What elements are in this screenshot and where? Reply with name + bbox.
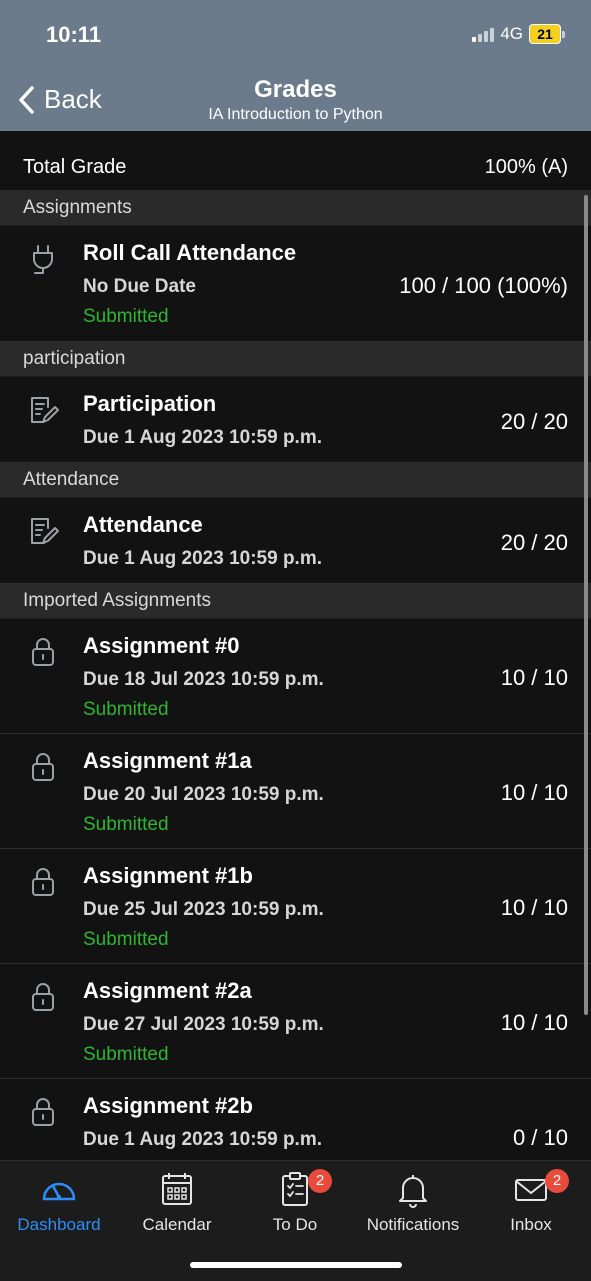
item-score: 20 / 20 [500, 530, 568, 555]
total-grade-label: Total Grade [23, 156, 127, 178]
inbox-icon [515, 1179, 547, 1201]
list-item[interactable]: Attendance Due 1 Aug 2023 10:59 p.m. 20 … [0, 498, 591, 584]
nav-title-block: Grades IA Introduction to Python [0, 76, 591, 124]
bell-icon [399, 1175, 427, 1208]
section-header: Assignments [0, 191, 591, 226]
item-score: 10 / 10 [500, 1010, 568, 1035]
edit-document-icon [26, 393, 60, 427]
tab-inbox[interactable]: Inbox 2 [472, 1169, 590, 1235]
edit-document-icon [26, 514, 60, 548]
item-status: Submitted [83, 814, 169, 835]
list-item[interactable]: Assignment #0 Due 18 Jul 2023 10:59 p.m.… [0, 619, 591, 734]
total-grade-value: 100% (A) [484, 156, 568, 178]
item-score: 100 / 100 (100%) [399, 273, 568, 298]
battery-icon: 21 [529, 24, 565, 44]
item-name: Roll Call Attendance [83, 240, 297, 265]
item-due-date: Due 25 Jul 2023 10:59 p.m. [83, 899, 324, 920]
item-score: 10 / 10 [500, 895, 568, 920]
home-indicator[interactable] [190, 1262, 402, 1268]
section-header: Attendance [0, 463, 591, 498]
tab-label: Calendar [142, 1215, 212, 1234]
lock-icon [26, 865, 60, 899]
item-score: 20 / 20 [500, 409, 568, 434]
signal-icon [472, 26, 495, 42]
item-name: Assignment #1b [83, 863, 253, 888]
item-due-date: Due 1 Aug 2023 10:59 p.m. [83, 1129, 323, 1150]
section-header: Imported Assignments [0, 584, 591, 619]
status-indicators: 4G 21 [472, 24, 565, 44]
item-due-date: Due 1 Aug 2023 10:59 p.m. [83, 548, 323, 569]
course-subtitle: IA Introduction to Python [208, 106, 383, 123]
tab-todo[interactable]: To Do 2 [236, 1169, 354, 1235]
item-name: Participation [83, 391, 217, 416]
page-title: Grades [254, 76, 337, 103]
item-name: Assignment #2b [83, 1093, 253, 1118]
item-due-date: Due 27 Jul 2023 10:59 p.m. [83, 1014, 324, 1035]
tab-dashboard[interactable]: Dashboard [0, 1169, 118, 1235]
item-score: 0 / 10 [512, 1125, 568, 1150]
section-header: participation [0, 342, 591, 377]
item-name: Assignment #1a [83, 748, 252, 773]
item-status: Submitted [83, 699, 169, 720]
list-item[interactable]: Participation Due 1 Aug 2023 10:59 p.m. … [0, 377, 591, 463]
item-due-date: Due 1 Aug 2023 10:59 p.m. [83, 427, 323, 448]
item-status: Submitted [83, 306, 169, 327]
item-score: 10 / 10 [500, 665, 568, 690]
item-score: 10 / 10 [500, 780, 568, 805]
list-item[interactable]: Roll Call Attendance No Due Date Submitt… [0, 226, 591, 342]
lock-icon [26, 635, 60, 669]
list-item[interactable]: Assignment #1b Due 25 Jul 2023 10:59 p.m… [0, 849, 591, 964]
header: 10:11 4G 21 Back Grades IA Introduction … [0, 0, 591, 131]
calendar-icon [162, 1173, 192, 1205]
item-status: Submitted [83, 929, 169, 950]
battery-level: 21 [529, 24, 561, 44]
tab-label: Dashboard [17, 1215, 101, 1234]
item-name: Assignment #0 [83, 633, 240, 658]
tab-label: Notifications [366, 1215, 460, 1234]
item-name: Assignment #2a [83, 978, 252, 1003]
scrollbar[interactable] [584, 195, 588, 1015]
lock-icon [26, 980, 60, 1014]
plug-icon [26, 242, 60, 276]
item-due-date: No Due Date [83, 276, 196, 297]
list-item[interactable]: Assignment #1a Due 20 Jul 2023 10:59 p.m… [0, 734, 591, 849]
item-due-date: Due 18 Jul 2023 10:59 p.m. [83, 669, 324, 690]
tab-calendar[interactable]: Calendar [118, 1169, 236, 1235]
tab-label: Inbox [510, 1215, 552, 1234]
tab-label: To Do [272, 1215, 318, 1234]
tab-notifications[interactable]: Notifications [354, 1169, 472, 1235]
lock-icon [26, 750, 60, 784]
item-name: Attendance [83, 512, 203, 537]
list-item[interactable]: Assignment #2a Due 27 Jul 2023 10:59 p.m… [0, 964, 591, 1079]
inbox-badge: 2 [545, 1169, 569, 1193]
status-time: 10:11 [46, 22, 102, 47]
item-status: Submitted [83, 1044, 169, 1065]
total-grade-row: Total Grade 100% (A) [0, 132, 591, 191]
todo-badge: 2 [308, 1169, 332, 1193]
lock-icon [26, 1095, 60, 1129]
dashboard-icon [42, 1182, 76, 1201]
network-type: 4G [500, 24, 523, 43]
item-due-date: Due 20 Jul 2023 10:59 p.m. [83, 784, 324, 805]
grades-list[interactable]: Assignments Roll Call Attendance No Due … [0, 191, 591, 1190]
